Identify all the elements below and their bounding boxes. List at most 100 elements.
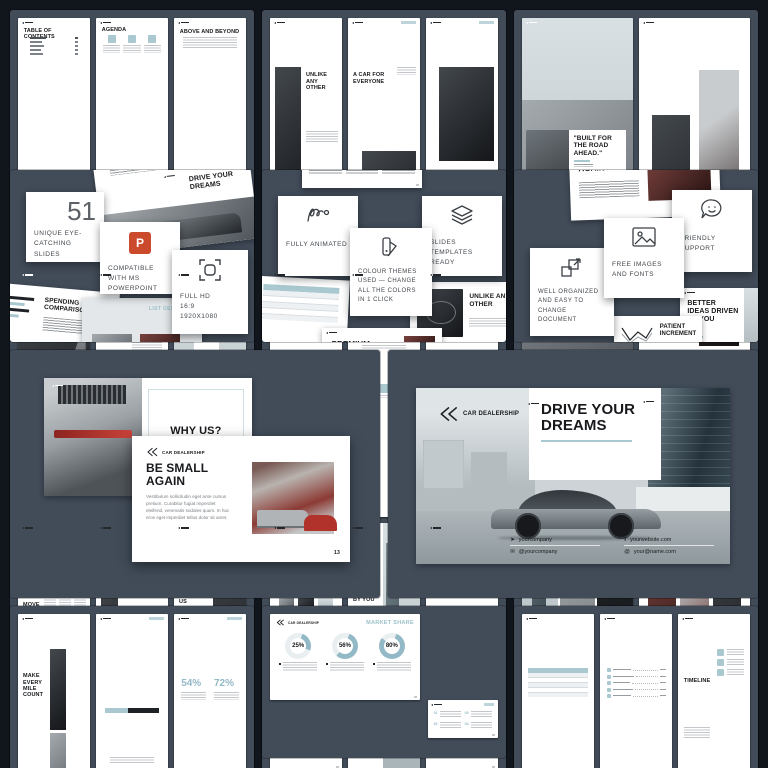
page-number-mark [492,734,495,736]
slide-body-text: Vestibulum sollicitudin eget ante cursus… [146,494,232,522]
mini-logo-icon [178,617,189,620]
donut-item: 56% [326,633,364,671]
panel-features-middle: UNLIKE ANY OTHER PREMIUM FULLY ANIMATED [262,170,506,342]
line-chart [620,322,654,342]
bg-slide-patient-increment: PATIENT INCREMENT [614,316,702,342]
bg-slide-title: DRIVE YOUR DREAMS [189,170,244,192]
slide-title: ABOVE AND BEYOND [180,29,241,35]
contact-column: f yourwebsite.com @ your@name.com [624,537,714,555]
teal-tag [149,617,164,620]
timeline-items [717,649,744,676]
chat-smiley-icon [699,198,725,222]
progress-fill-teal [105,708,128,713]
feature-card-free-images: FREE IMAGES AND FONTS [604,218,684,298]
donut-item: 25% [279,633,317,671]
engine-grille [58,385,126,404]
numbered-items: 01 03 02 04 [434,711,493,729]
item-number: 01 [434,711,438,718]
panel-showcase-why-us: WHY US? CAR DEALERSHIP BE SMALL AGAIN Ve… [10,350,380,598]
donut-chart-56: 56% [332,633,358,659]
numbered-item: 04 [465,722,492,729]
contact-text: your@name.com [634,549,676,555]
hbar-chart [10,296,38,320]
template-showcase-collage: TABLE OF CONTENTS AGENDA ABOVE AND BEYON [0,0,768,768]
donut-caption [279,662,317,671]
logo-chevron-icon [146,447,159,457]
mail-icon: ✉ [510,549,515,555]
item-number: 04 [465,722,469,729]
timeline-icon [717,659,724,666]
slide-be-small-again: CAR DEALERSHIP BE SMALL AGAIN Vestibulum… [132,436,350,562]
mini-logo-icon [352,274,363,277]
mini-logo-icon [178,526,189,529]
body-columns [309,170,415,175]
feature-card-51-slides: 51 UNIQUE EYE-CATCHING SLIDES [26,192,104,262]
mini-logo-icon [352,526,363,529]
leader-row [607,681,666,685]
stat-value: 54% [181,678,206,689]
mini-logo-icon [430,526,441,529]
facebook-icon: f [624,537,626,543]
panel-grid-bottom-right: TIMELINE TIMELINE [514,606,758,768]
slide-market-share: CAR DEALERSHIP MARKET SHARE 25% 56% 80% [270,614,420,700]
red-car-shape [304,515,337,531]
agenda-icon [108,35,116,43]
building-shape [471,452,507,489]
page-number-mark [414,696,417,698]
image-icon [631,226,657,248]
mini-logo-icon [430,274,441,277]
panel-market-share: CAR DEALERSHIP MARKET SHARE 25% 56% 80% [262,606,506,758]
photo [50,649,67,731]
mini-logo-icon [526,617,537,620]
slide-data-table [522,614,594,768]
timeline-item [717,649,744,656]
panel-grid-bottom-left: MAKE EVERY MILE COUNT 5 [10,606,254,768]
photo [744,288,758,342]
photo [50,733,67,768]
at-icon: @ [624,549,630,555]
feature-card-colour-themes: COLOUR THEMES USED — CHANGE ALL THE COLO… [350,228,432,316]
teal-tag [484,703,494,706]
body-text-lines [579,180,640,198]
contact-column: ➤ yourcompany ✉ @yourcompany [510,537,600,555]
item-number: 02 [434,722,438,729]
mini-logo-icon [22,617,33,620]
teal-tag [479,21,494,24]
mini-logo-icon [326,331,337,334]
timeline-icon [717,649,724,656]
numbered-item: 01 [434,711,461,718]
mini-logo-icon [643,400,654,403]
contact-row: ➤ yourcompany [510,537,600,546]
slide-title: A CAR FOR EVERYONE [353,72,396,85]
feature-card-friendly-support: FRIENDLY SUPPORT [672,190,752,272]
timeline-icon [717,669,724,676]
toc-rows [30,37,79,55]
body-text-lines [397,67,416,75]
slide-logo: CAR DEALERSHIP [146,447,205,457]
bg-slide-premium: PREMIUM [322,328,442,342]
mini-logo-icon [100,526,111,529]
panel-features-right: AGAIN BETTER IDEAS DRIVEN BY YOU PATIENT… [514,170,758,342]
mini-logo-icon [52,384,63,387]
body-text-lines [684,727,710,739]
feature-label: COMPATIBLE WITH MS POWERPOINT [108,264,172,294]
feature-card-templates-ready: SLIDES TEMPLATES READY [422,196,502,276]
classic-cars-photo [252,462,334,534]
mini-logo-icon [274,274,285,277]
quote-text: "BUILT FOR THE ROAD AHEAD." [574,135,622,157]
slide-title: UNLIKE ANY OTHER [306,72,338,91]
slide-title: AGENDA [102,27,163,33]
agenda-items [103,35,161,53]
item-number: 03 [465,711,469,718]
teal-divider [574,160,590,162]
logo-label: CAR DEALERSHIP [463,411,519,417]
color-swatches-icon [379,236,403,260]
slide-title: BE SMALL AGAIN [146,462,226,487]
feature-label: COLOUR THEMES USED — CHANGE ALL THE COLO… [358,268,424,305]
agenda-item [103,35,120,53]
body-text-lines [183,37,238,49]
agenda-item [123,35,140,53]
mini-logo-icon [22,21,33,24]
body-text-lines [109,170,203,176]
numbered-item: 02 [434,722,461,729]
